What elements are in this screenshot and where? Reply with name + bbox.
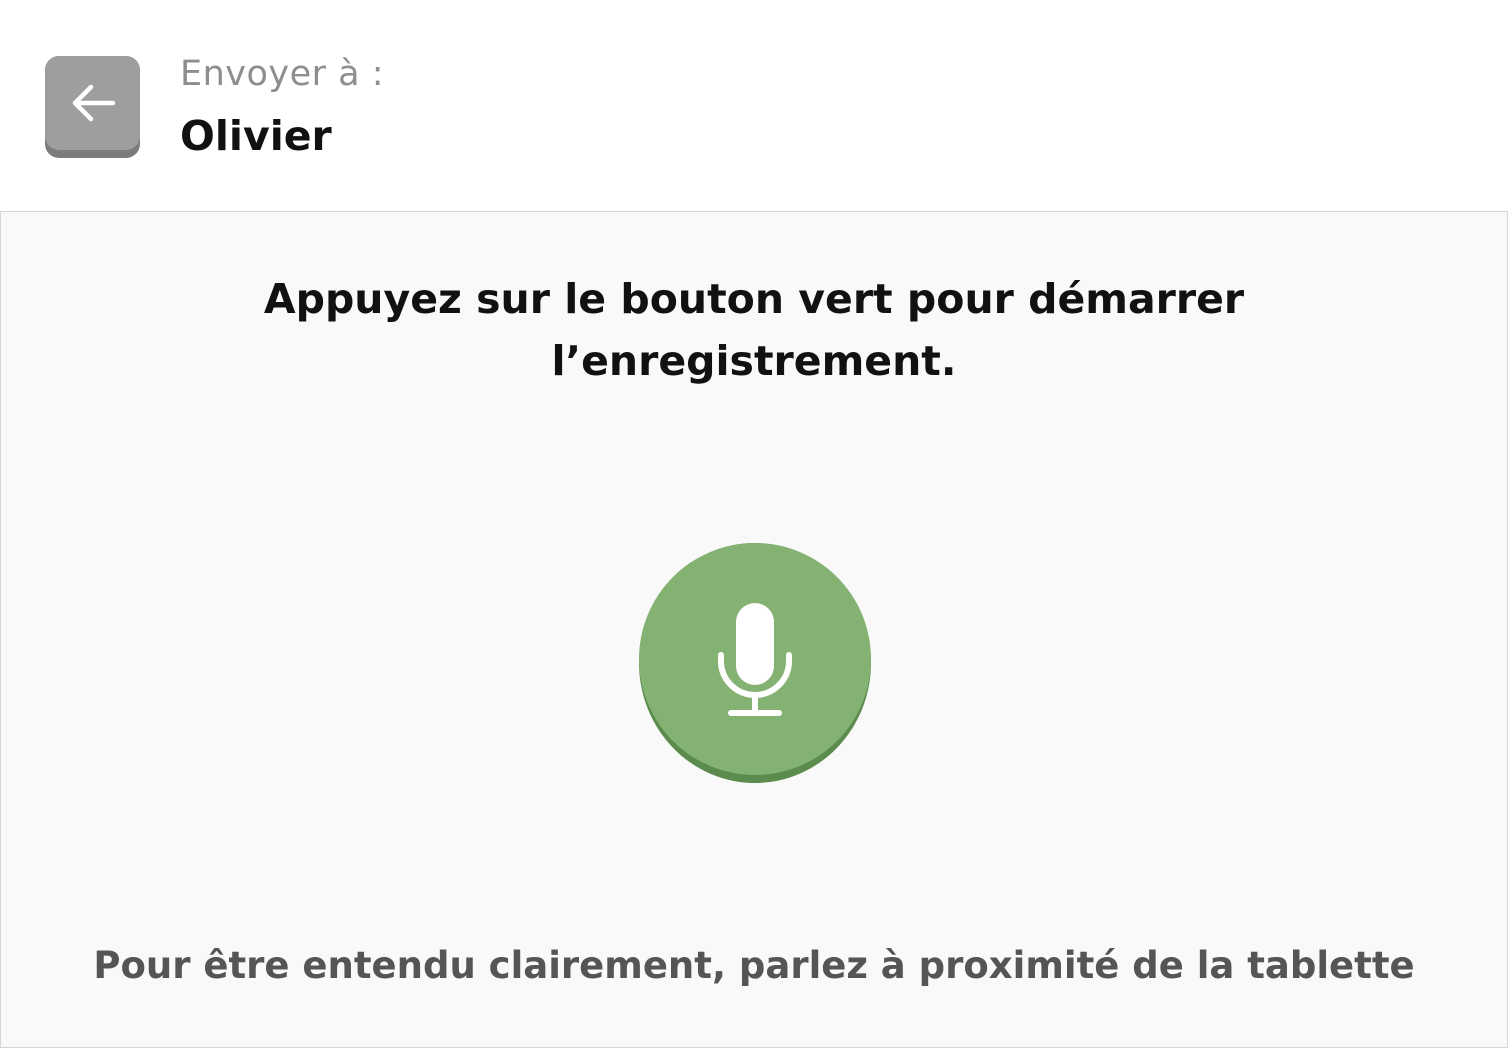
back-button[interactable] [45,56,140,158]
header: Envoyer à : Olivier [0,0,1508,211]
microphone-icon [718,603,792,716]
instruction-text: Appuyez sur le bouton vert pour démarrer… [263,275,1245,385]
arrow-left-icon [72,84,115,122]
hint-text: Pour être entendu clairement, parlez à p… [93,944,1415,987]
recipient-label: Envoyer à : [180,54,385,94]
recording-panel: Appuyez sur le bouton vert pour démarrer… [0,211,1508,1048]
recipient-name: Olivier [180,112,332,160]
back-button-face[interactable] [45,56,140,150]
page: Envoyer à : Olivier Appuyez sur le bouto… [0,0,1508,1048]
record-button-face[interactable] [639,543,871,775]
record-button[interactable] [639,543,871,783]
